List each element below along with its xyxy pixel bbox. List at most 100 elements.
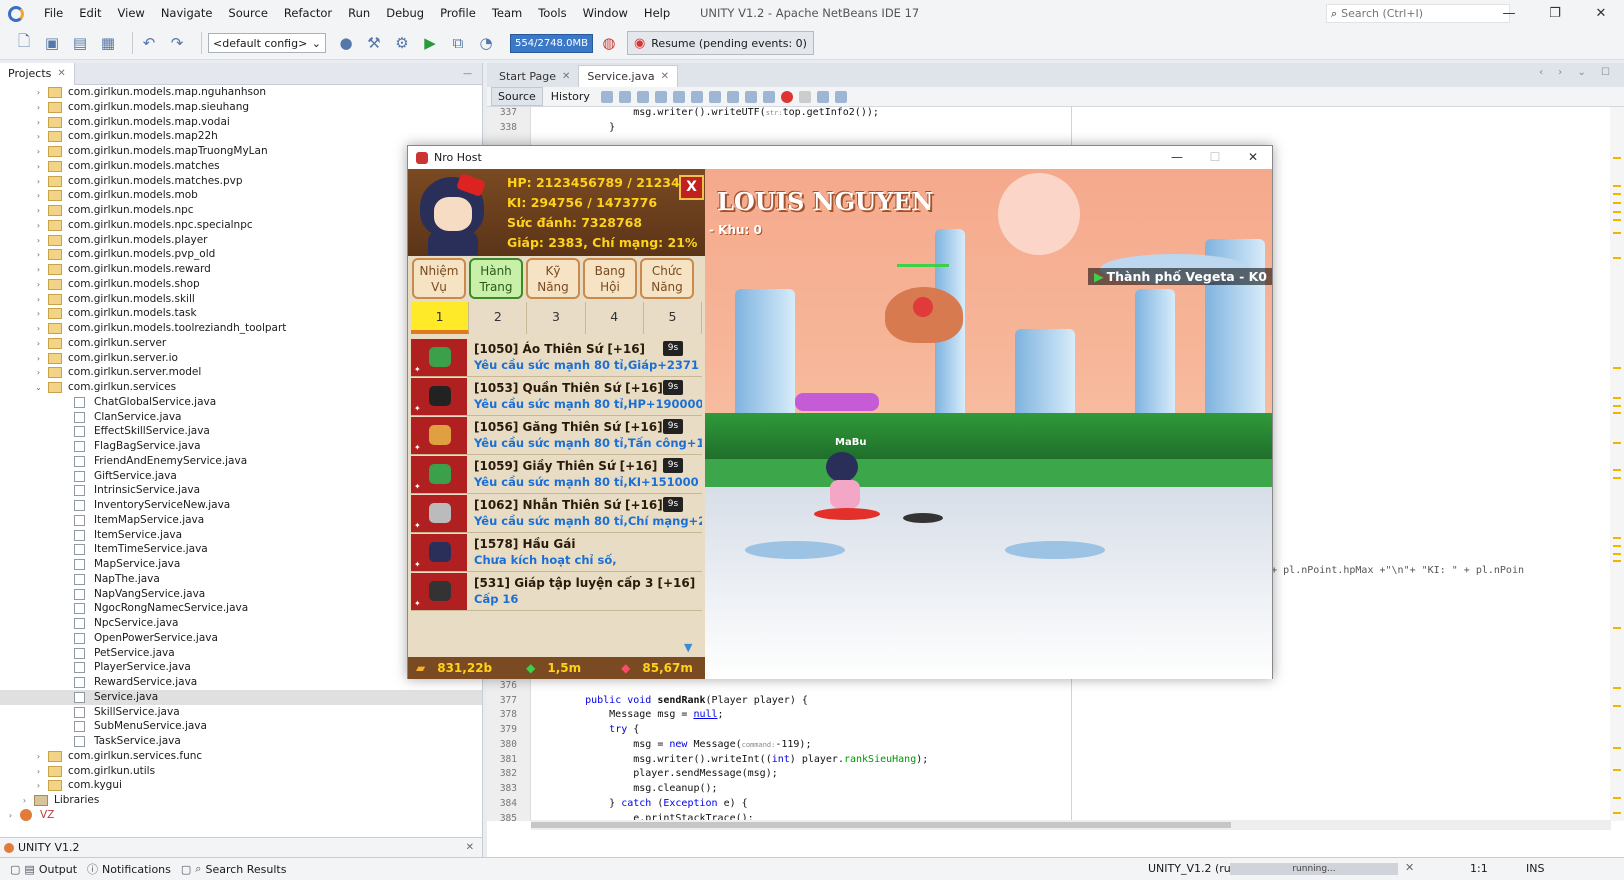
inventory-close-button[interactable]: X — [679, 175, 704, 200]
history-view-button[interactable]: History — [545, 88, 596, 105]
menu-item-window[interactable]: Window — [575, 0, 636, 27]
inventory-item[interactable]: ✦ [1050] Áo Thiên Sứ [+16] Yêu cầu sức mạn… — [411, 338, 702, 377]
collapsed-toggle-icon[interactable]: › — [6, 808, 15, 823]
tree-node[interactable]: › com.girlkun.services.func — [0, 749, 482, 764]
clean-build-icon[interactable]: ⚙ — [392, 33, 412, 53]
run-progress-bar[interactable]: running... — [1230, 863, 1398, 875]
collapsed-toggle-icon[interactable]: › — [34, 85, 43, 100]
game-window[interactable]: Nro Host — ☐ ✕ HP: 2123456789 / 2123456 … — [407, 145, 1273, 679]
collapsed-toggle-icon[interactable]: › — [34, 749, 43, 764]
menu-item-debug[interactable]: Debug — [378, 0, 432, 27]
collapsed-toggle-icon[interactable]: › — [34, 233, 43, 248]
search-box[interactable]: ⌕ — [1326, 4, 1510, 23]
close-button[interactable]: ✕ — [1578, 0, 1624, 27]
close-icon[interactable]: ✕ — [562, 71, 570, 82]
inventory-item[interactable]: ✦ [1578] Hầu Gái Chưa kích hoạt chỉ số, — [411, 533, 702, 572]
minimize-button[interactable]: — — [1486, 0, 1532, 27]
profile-icon[interactable]: ◔ — [476, 33, 496, 53]
editor-tab[interactable]: Service.java ✕ — [578, 65, 678, 87]
find-icon[interactable] — [636, 90, 649, 103]
map-name[interactable]: ▶ Thành phố Vegeta - K0 — [1088, 268, 1272, 285]
editor-tab[interactable]: Start Page ✕ — [491, 65, 578, 87]
inventory-tab[interactable]: Bang Hội — [583, 258, 637, 299]
inventory-item[interactable]: ✦ [1059] Giầy Thiên Sứ [+16] Yêu cầu sức m… — [411, 455, 702, 494]
collapsed-toggle-icon[interactable]: › — [34, 144, 43, 159]
minimize-panel-icon[interactable]: — — [463, 69, 472, 79]
inventory-tab[interactable]: Chức Năng — [640, 258, 694, 299]
game-canvas[interactable]: HP: 2123456789 / 2123456 KI: 294756 / 14… — [408, 169, 1272, 679]
menu-item-view[interactable]: View — [110, 0, 153, 27]
config-select[interactable]: <default config> ⌄ — [208, 33, 326, 53]
menu-item-team[interactable]: Team — [484, 0, 530, 27]
tree-node[interactable]: › com.kygui — [0, 778, 482, 793]
page-tab[interactable]: 5 — [643, 302, 703, 334]
menu-item-edit[interactable]: Edit — [71, 0, 109, 27]
inventory-item[interactable]: ✦ [531] Giáp tập luyện cấp 3 [+16] Cấp 16 — [411, 572, 702, 611]
open-project-icon[interactable]: ▤ — [70, 33, 90, 53]
menu-item-source[interactable]: Source — [220, 0, 276, 27]
bookmark-prev-icon[interactable] — [708, 90, 721, 103]
page-tab[interactable]: 1 — [411, 302, 470, 334]
tree-file[interactable]: Service.java — [0, 689, 482, 705]
collapsed-toggle-icon[interactable]: › — [34, 351, 43, 366]
menu-item-run[interactable]: Run — [340, 0, 378, 27]
menu-item-profile[interactable]: Profile — [432, 0, 484, 27]
player-sprite[interactable] — [814, 452, 880, 520]
menu-item-navigate[interactable]: Navigate — [153, 0, 221, 27]
menu-item-help[interactable]: Help — [636, 0, 678, 27]
collapsed-toggle-icon[interactable]: › — [34, 321, 43, 336]
collapsed-toggle-icon[interactable]: › — [34, 115, 43, 130]
close-icon[interactable]: ✕ — [661, 71, 669, 82]
page-tab[interactable]: 4 — [585, 302, 644, 334]
tab-controls[interactable]: ‹ › ⌄ ☐ — [1539, 67, 1616, 78]
game-scene[interactable]: LOUIS NGUYEN - Khu: 0 ▶ Thành phố Vegeta … — [705, 169, 1272, 679]
collapsed-toggle-icon[interactable]: › — [34, 306, 43, 321]
tree-node[interactable]: › VZ — [0, 808, 482, 823]
collapsed-toggle-icon[interactable]: › — [34, 159, 43, 174]
inventory-tab[interactable]: Kỹ Năng — [526, 258, 580, 299]
collapsed-toggle-icon[interactable]: › — [34, 174, 43, 189]
menu-item-tools[interactable]: Tools — [530, 0, 574, 27]
tree-node[interactable]: › com.girlkun.models.map.vodai — [0, 115, 482, 130]
collapsed-toggle-icon[interactable]: › — [34, 129, 43, 144]
source-view-button[interactable]: Source — [491, 87, 543, 106]
game-close-button[interactable]: ✕ — [1234, 146, 1272, 169]
collapsed-toggle-icon[interactable]: › — [34, 218, 43, 233]
tree-file[interactable]: TaskService.java — [0, 734, 482, 749]
highlight-icon[interactable] — [690, 90, 703, 103]
search-results-toggle[interactable]: ▢ ⌕ Search Results — [181, 862, 287, 876]
collapsed-toggle-icon[interactable]: › — [34, 292, 43, 307]
inventory-tab[interactable]: Nhiệm Vụ — [412, 258, 466, 299]
record-macro-icon[interactable] — [780, 90, 793, 103]
menu-item-file[interactable]: File — [36, 0, 71, 27]
scroll-down-icon[interactable]: ▼ — [684, 641, 692, 654]
undo-icon[interactable]: ↶ — [139, 33, 159, 53]
tree-node[interactable]: › com.girlkun.utils — [0, 764, 482, 779]
page-tab[interactable]: 3 — [527, 302, 586, 334]
horizontal-scrollbar[interactable] — [531, 820, 1611, 830]
tree-node[interactable]: › com.girlkun.models.map.sieuhang — [0, 100, 482, 115]
game-maximize-button[interactable]: ☐ — [1196, 146, 1234, 169]
inventory-item[interactable]: ✦ [1056] Găng Thiên Sứ [+16] Yêu cầu sức m… — [411, 416, 702, 455]
inventory-tab[interactable]: Hành Trang — [469, 258, 523, 299]
forward-icon[interactable] — [618, 90, 631, 103]
page-tab[interactable]: 2 — [469, 302, 528, 334]
collapsed-toggle-icon[interactable]: › — [34, 188, 43, 203]
tab-projects[interactable]: Projects ✕ — [0, 62, 75, 85]
notifications-toggle[interactable]: ⓘ Notifications — [87, 861, 171, 877]
collapsed-toggle-icon[interactable]: › — [34, 764, 43, 779]
globe-icon[interactable]: ● — [336, 33, 356, 53]
back-icon[interactable] — [600, 90, 613, 103]
collapsed-toggle-icon[interactable]: › — [34, 203, 43, 218]
tree-file[interactable]: SkillService.java — [0, 705, 482, 720]
search-input[interactable] — [1341, 7, 1482, 20]
collapsed-toggle-icon[interactable]: › — [34, 336, 43, 351]
collapsed-toggle-icon[interactable]: › — [34, 262, 43, 277]
collapsed-toggle-icon[interactable]: › — [34, 365, 43, 380]
maximize-button[interactable]: ❐ — [1532, 0, 1578, 27]
memory-indicator[interactable]: 554/2748.0MB — [510, 33, 593, 53]
stop-macro-icon[interactable] — [798, 90, 811, 103]
scroll-thumb[interactable] — [531, 822, 1231, 828]
close-icon[interactable]: ✕ — [466, 842, 474, 853]
save-all-icon[interactable]: ▦ — [98, 33, 118, 53]
